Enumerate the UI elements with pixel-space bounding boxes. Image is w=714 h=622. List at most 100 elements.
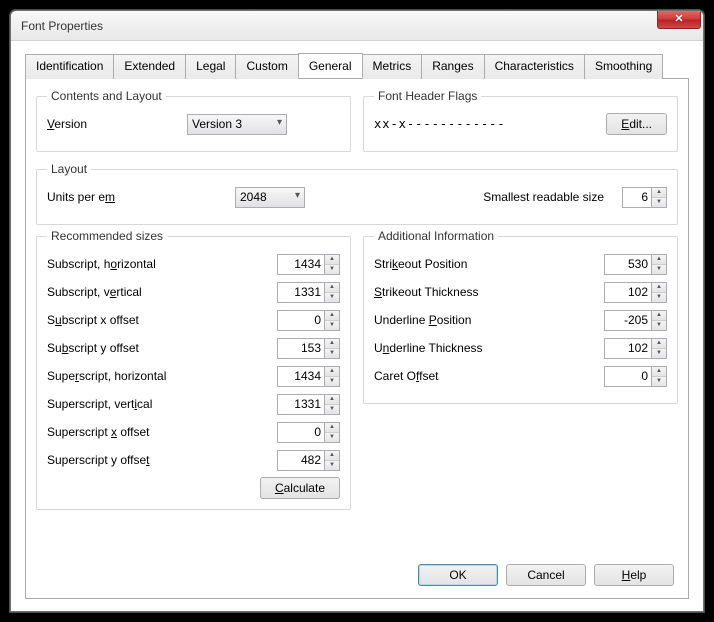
spin-up-icon[interactable]: ▲ bbox=[325, 339, 339, 349]
strikeout-thick-input[interactable] bbox=[604, 282, 652, 303]
spin-up-icon[interactable]: ▲ bbox=[325, 367, 339, 377]
tab-identification[interactable]: Identification bbox=[25, 54, 114, 79]
spin-down-icon[interactable]: ▼ bbox=[325, 461, 339, 470]
underline-pos-spinner[interactable]: ▲▼ bbox=[604, 310, 667, 331]
spin-up-icon[interactable]: ▲ bbox=[325, 283, 339, 293]
subscript-v-input[interactable] bbox=[277, 282, 325, 303]
spin-up-icon[interactable]: ▲ bbox=[325, 255, 339, 265]
caret-offset-input[interactable] bbox=[604, 366, 652, 387]
spin-down-icon[interactable]: ▼ bbox=[325, 405, 339, 414]
tab-panel-general: Contents and Layout Version Version 3 Fo… bbox=[25, 79, 689, 599]
subscript-y-label: Subscript y offset bbox=[47, 341, 277, 355]
client-area: Identification Extended Legal Custom Gen… bbox=[11, 41, 703, 611]
smallest-readable-input[interactable] bbox=[622, 187, 652, 208]
units-per-em-label: Units per em bbox=[47, 190, 227, 204]
titlebar[interactable]: Font Properties ✕ bbox=[11, 11, 703, 41]
caret-offset-spinner[interactable]: ▲▼ bbox=[604, 366, 667, 387]
group-contents-layout: Contents and Layout Version Version 3 bbox=[36, 89, 351, 152]
superscript-h-spinner[interactable]: ▲▼ bbox=[277, 366, 340, 387]
tab-custom[interactable]: Custom bbox=[235, 54, 298, 79]
superscript-y-input[interactable] bbox=[277, 450, 325, 471]
spin-up-icon[interactable]: ▲ bbox=[325, 311, 339, 321]
strikeout-pos-spinner[interactable]: ▲▼ bbox=[604, 254, 667, 275]
subscript-y-input[interactable] bbox=[277, 338, 325, 359]
superscript-y-label: Superscript y offset bbox=[47, 453, 277, 467]
superscript-v-spinner[interactable]: ▲▼ bbox=[277, 394, 340, 415]
superscript-v-input[interactable] bbox=[277, 394, 325, 415]
calculate-button[interactable]: Calculate bbox=[260, 477, 340, 499]
spin-down-icon[interactable]: ▼ bbox=[652, 377, 666, 386]
spin-down-icon[interactable]: ▼ bbox=[325, 349, 339, 358]
subscript-y-spinner[interactable]: ▲▼ bbox=[277, 338, 340, 359]
subscript-h-input[interactable] bbox=[277, 254, 325, 275]
ok-button[interactable]: OK bbox=[418, 564, 498, 586]
superscript-x-label: Superscript x offset bbox=[47, 425, 277, 439]
spin-up-icon[interactable]: ▲ bbox=[652, 339, 666, 349]
smallest-readable-label: Smallest readable size bbox=[483, 190, 604, 204]
spin-down-icon[interactable]: ▼ bbox=[652, 265, 666, 274]
close-button[interactable]: ✕ bbox=[657, 11, 701, 29]
spin-up-icon[interactable]: ▲ bbox=[652, 283, 666, 293]
subscript-h-spinner[interactable]: ▲▼ bbox=[277, 254, 340, 275]
version-label: Version bbox=[47, 117, 187, 131]
tab-strip: Identification Extended Legal Custom Gen… bbox=[25, 53, 689, 79]
header-flags-value: xx-x------------ bbox=[374, 117, 598, 131]
spin-down-icon[interactable]: ▼ bbox=[652, 198, 666, 207]
tab-smoothing[interactable]: Smoothing bbox=[584, 54, 663, 79]
group-recommended-sizes: Recommended sizes Subscript, horizontal▲… bbox=[36, 229, 351, 510]
subscript-v-spinner[interactable]: ▲▼ bbox=[277, 282, 340, 303]
tab-metrics[interactable]: Metrics bbox=[362, 54, 423, 79]
spin-up-icon[interactable]: ▲ bbox=[652, 255, 666, 265]
spin-down-icon[interactable]: ▼ bbox=[325, 321, 339, 330]
strikeout-thick-spinner[interactable]: ▲▼ bbox=[604, 282, 667, 303]
superscript-h-input[interactable] bbox=[277, 366, 325, 387]
spin-down-icon[interactable]: ▼ bbox=[325, 265, 339, 274]
subscript-x-input[interactable] bbox=[277, 310, 325, 331]
spin-down-icon[interactable]: ▼ bbox=[652, 349, 666, 358]
subscript-x-label: Subscript x offset bbox=[47, 313, 277, 327]
version-select[interactable]: Version 3 bbox=[187, 114, 287, 135]
tab-general[interactable]: General bbox=[298, 53, 363, 78]
tab-legal[interactable]: Legal bbox=[185, 54, 236, 79]
strikeout-thick-label: Strikeout Thickness bbox=[374, 285, 604, 299]
legend-additional: Additional Information bbox=[374, 229, 498, 243]
spin-up-icon[interactable]: ▲ bbox=[325, 395, 339, 405]
superscript-x-spinner[interactable]: ▲▼ bbox=[277, 422, 340, 443]
superscript-h-label: Superscript, horizontal bbox=[47, 369, 277, 383]
spin-down-icon[interactable]: ▼ bbox=[652, 321, 666, 330]
spin-up-icon[interactable]: ▲ bbox=[325, 423, 339, 433]
spin-up-icon[interactable]: ▲ bbox=[652, 367, 666, 377]
spin-down-icon[interactable]: ▼ bbox=[325, 433, 339, 442]
group-additional-info: Additional Information Strikeout Positio… bbox=[363, 229, 678, 404]
window-title: Font Properties bbox=[21, 19, 103, 33]
spin-up-icon[interactable]: ▲ bbox=[652, 188, 666, 198]
superscript-y-spinner[interactable]: ▲▼ bbox=[277, 450, 340, 471]
superscript-x-input[interactable] bbox=[277, 422, 325, 443]
underline-thick-spinner[interactable]: ▲▼ bbox=[604, 338, 667, 359]
subscript-x-spinner[interactable]: ▲▼ bbox=[277, 310, 340, 331]
dialog-button-row: OK Cancel Help bbox=[418, 564, 674, 586]
strikeout-pos-input[interactable] bbox=[604, 254, 652, 275]
spin-down-icon[interactable]: ▼ bbox=[325, 377, 339, 386]
legend-header-flags: Font Header Flags bbox=[374, 89, 481, 103]
help-button[interactable]: Help bbox=[594, 564, 674, 586]
underline-thick-input[interactable] bbox=[604, 338, 652, 359]
tab-ranges[interactable]: Ranges bbox=[421, 54, 484, 79]
underline-thick-label: Underline Thickness bbox=[374, 341, 604, 355]
smallest-readable-spinner[interactable]: ▲▼ bbox=[622, 187, 667, 208]
spin-down-icon[interactable]: ▼ bbox=[325, 293, 339, 302]
spin-down-icon[interactable]: ▼ bbox=[652, 293, 666, 302]
legend-layout: Layout bbox=[47, 162, 91, 176]
subscript-h-label: Subscript, horizontal bbox=[47, 257, 277, 271]
tab-extended[interactable]: Extended bbox=[113, 54, 186, 79]
cancel-button[interactable]: Cancel bbox=[506, 564, 586, 586]
spin-up-icon[interactable]: ▲ bbox=[325, 451, 339, 461]
tab-characteristics[interactable]: Characteristics bbox=[484, 54, 585, 79]
close-icon: ✕ bbox=[674, 14, 683, 25]
units-per-em-select[interactable]: 2048 bbox=[235, 187, 305, 208]
group-layout: Layout Units per em 2048 Smallest readab… bbox=[36, 162, 678, 225]
group-header-flags: Font Header Flags xx-x------------ Edit.… bbox=[363, 89, 678, 152]
underline-pos-input[interactable] bbox=[604, 310, 652, 331]
spin-up-icon[interactable]: ▲ bbox=[652, 311, 666, 321]
edit-flags-button[interactable]: Edit... bbox=[606, 113, 667, 135]
